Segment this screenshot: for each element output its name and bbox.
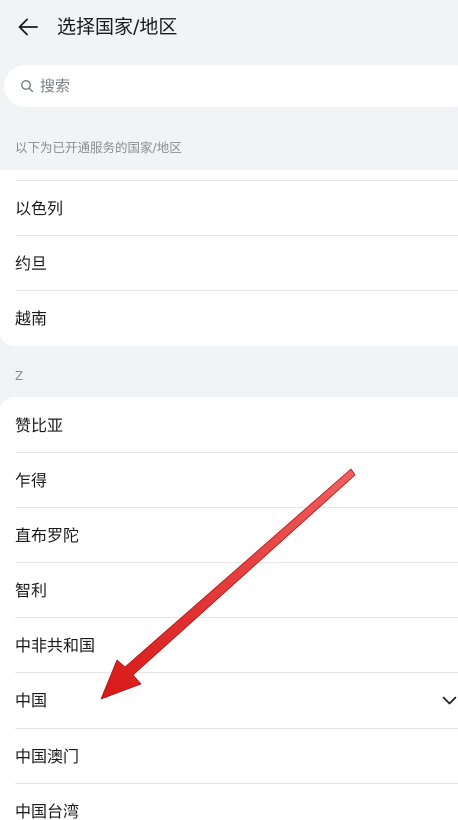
country-region-page: 选择国家/地区 以下为已开通服务的国家/地区 以色列 约旦 越南 Z 赞比亚	[0, 0, 458, 820]
country-label: 约旦	[15, 254, 48, 273]
available-regions-label: 以下为已开通服务的国家/地区	[15, 140, 182, 155]
country-label: 以色列	[15, 199, 64, 218]
country-list-top: 以色列 约旦 越南	[0, 170, 458, 346]
country-label: 直布罗陀	[15, 526, 80, 545]
country-item-jordan[interactable]: 约旦	[0, 236, 458, 291]
country-label: 中非共和国	[15, 636, 96, 655]
country-item-macau[interactable]: 中国澳门	[0, 729, 458, 784]
search-bar[interactable]	[4, 65, 458, 107]
search-input[interactable]	[40, 65, 420, 107]
page-title: 选择国家/地区	[57, 16, 178, 38]
country-item-israel[interactable]: 以色列	[0, 181, 458, 236]
country-label: 乍得	[15, 471, 48, 490]
country-item-china[interactable]: 中国	[0, 673, 458, 729]
chevron-down-icon[interactable]	[441, 692, 458, 709]
country-item-chad[interactable]: 乍得	[0, 453, 458, 508]
country-item-gibraltar[interactable]: 直布罗陀	[0, 508, 458, 563]
section-letter-z: Z	[15, 369, 24, 383]
header: 选择国家/地区	[0, 0, 458, 52]
country-label: 赞比亚	[15, 416, 64, 435]
country-item-vietnam[interactable]: 越南	[0, 291, 458, 346]
country-label: 越南	[15, 309, 48, 328]
country-item-taiwan[interactable]: 中国台湾	[0, 784, 458, 820]
country-item-zambia[interactable]: 赞比亚	[0, 398, 458, 453]
search-icon	[20, 79, 34, 93]
arrow-left-icon	[18, 18, 38, 36]
country-label: 智利	[15, 581, 48, 600]
country-label: 中国	[15, 691, 48, 710]
country-label: 中国澳门	[15, 747, 80, 766]
country-label: 中国台湾	[15, 802, 80, 820]
back-button[interactable]	[14, 13, 42, 41]
country-item-central-african-republic[interactable]: 中非共和国	[0, 618, 458, 673]
country-list-z: 赞比亚 乍得 直布罗陀 智利 中非共和国 中国 中国澳门 中国台湾	[0, 397, 458, 820]
country-item-chile[interactable]: 智利	[0, 563, 458, 618]
